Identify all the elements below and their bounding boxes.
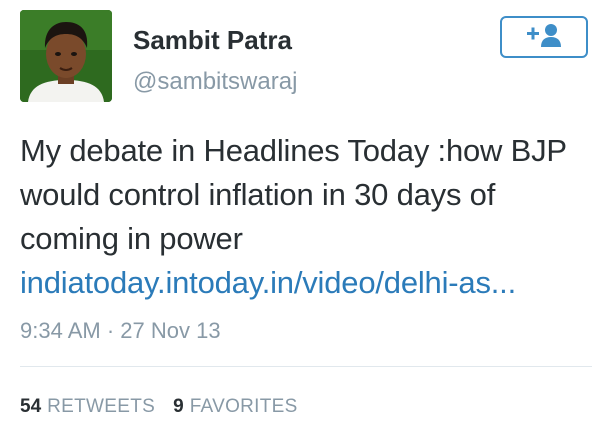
follow-plus-user-icon [525,22,563,53]
timestamp-separator: · [100,318,121,343]
retweets-count: 54 [20,396,42,417]
tweet-date: 27 Nov 13 [120,318,221,343]
retweets-stat[interactable]: 54 RETWEETS [20,396,155,418]
tweet-text: My debate in Headlines Today :how BJP wo… [20,129,592,305]
follow-button[interactable] [500,16,588,58]
user-name[interactable]: Sambit Patra [133,25,292,56]
divider [20,366,592,367]
favorites-stat[interactable]: 9 FAVORITES [173,396,298,418]
tweet-link[interactable]: indiatoday.intoday.in/video/delhi-as... [20,265,516,300]
retweets-label: RETWEETS [47,396,156,417]
avatar[interactable] [20,10,112,102]
tweet-time: 9:34 AM [20,318,101,343]
tweet-body: My debate in Headlines Today :how BJP wo… [20,133,567,256]
tweet-stats: 54 RETWEETS 9 FAVORITES [20,396,298,418]
favorites-label: FAVORITES [189,396,298,417]
tweet-timestamp[interactable]: 9:34 AM · 27 Nov 13 [20,318,221,344]
favorites-count: 9 [173,396,184,417]
user-handle[interactable]: @sambitswaraj [133,68,297,96]
